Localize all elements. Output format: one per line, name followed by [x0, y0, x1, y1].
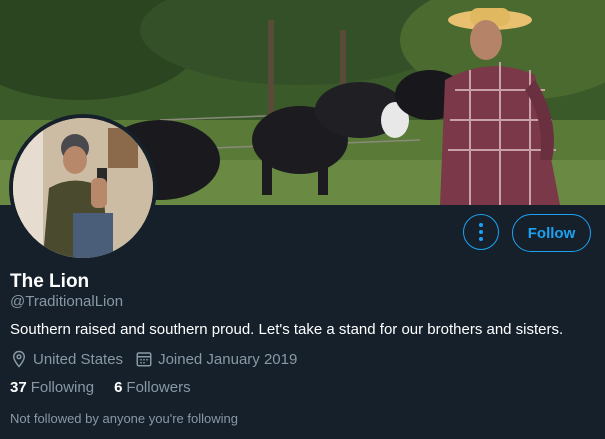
joined-text: Joined January 2019: [158, 350, 298, 368]
followers-link[interactable]: 6 Followers: [114, 379, 191, 396]
following-label: Following: [30, 379, 95, 396]
followers-label: Followers: [126, 379, 191, 396]
following-count: 37: [10, 379, 27, 396]
profile-meta: United States Joined January 2019: [10, 350, 309, 368]
location-text: United States: [33, 350, 124, 368]
follow-button[interactable]: Follow: [512, 214, 591, 252]
profile-joined: Joined January 2019: [135, 350, 297, 368]
calendar-icon: [136, 352, 152, 367]
social-context-text: Not followed by anyone you're following: [10, 411, 238, 426]
following-link[interactable]: 37 Following: [10, 379, 94, 396]
followers-count: 6: [114, 379, 123, 396]
profile-stats: 37 Following 6 Followers: [10, 379, 211, 396]
location-pin-icon: [12, 350, 26, 368]
profile-bio: Southern raised and southern proud. Let'…: [10, 321, 564, 338]
profile-display-name: The Lion: [10, 271, 90, 292]
profile-location: United States: [10, 350, 123, 368]
profile-handle: @TraditionalLion: [10, 293, 124, 310]
more-vertical-icon: [479, 223, 483, 241]
profile-avatar[interactable]: [9, 114, 157, 262]
more-options-button[interactable]: [463, 214, 499, 250]
avatar-photo: [13, 118, 153, 258]
